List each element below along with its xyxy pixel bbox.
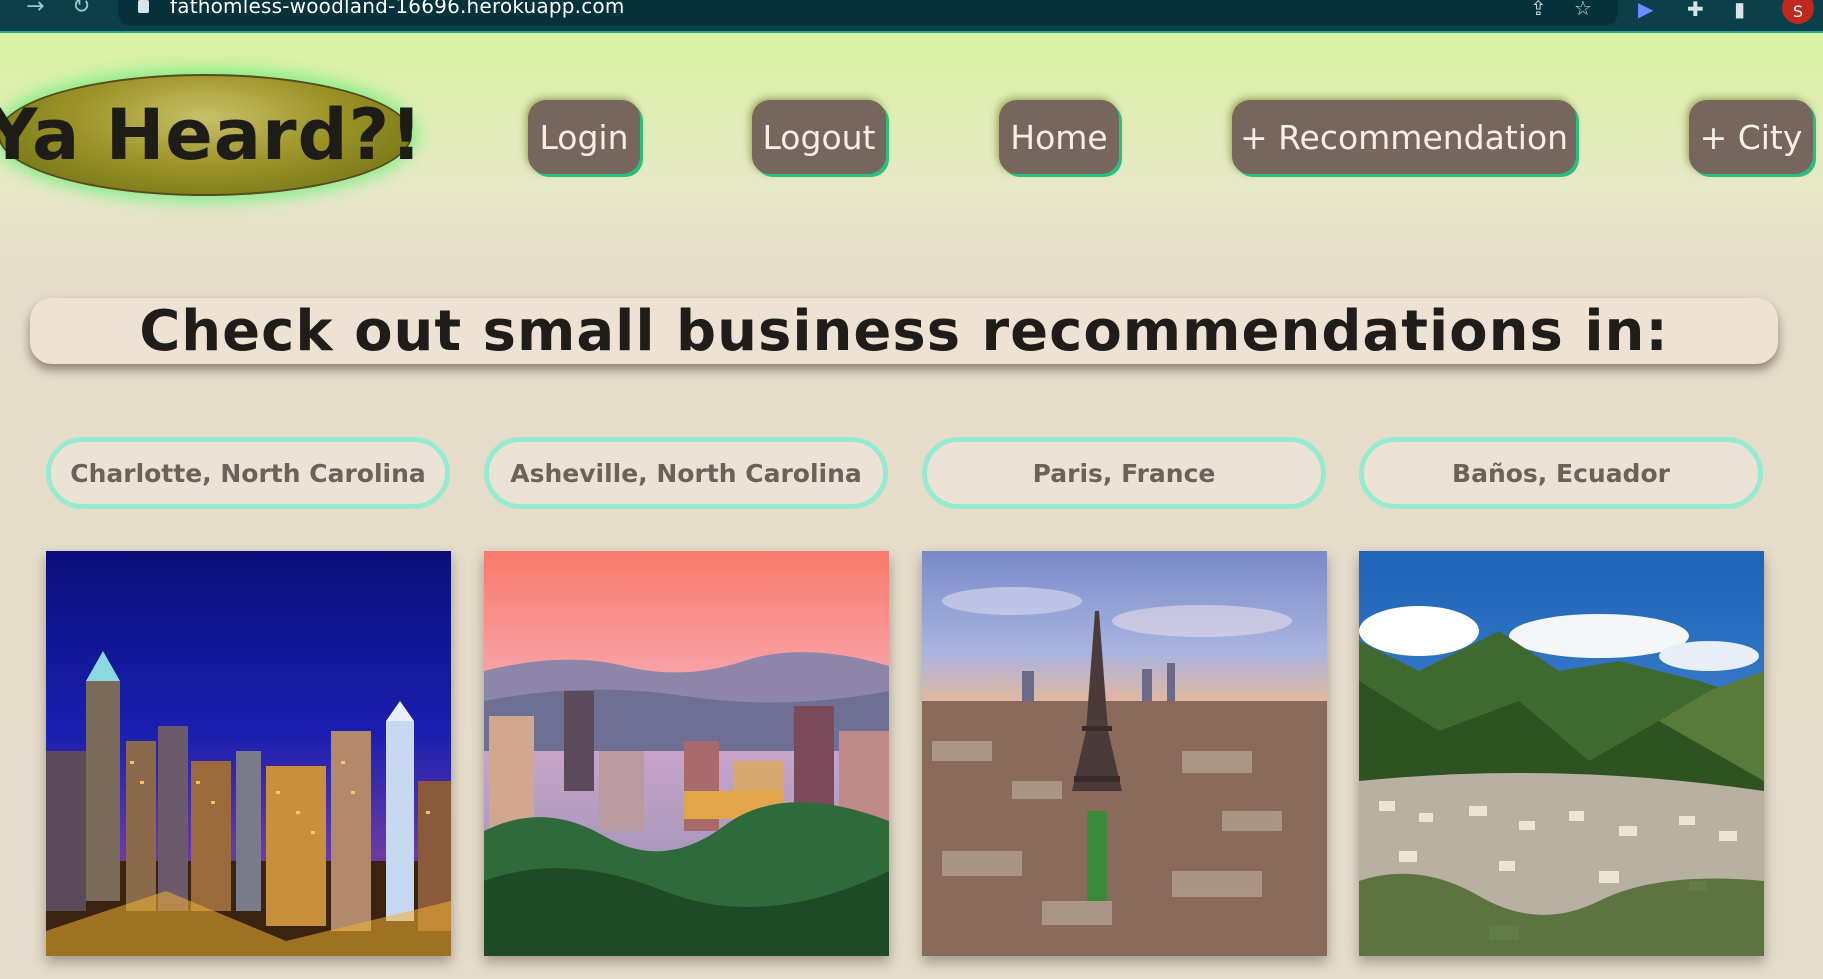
- page-title: Check out small business recommendations…: [139, 298, 1669, 364]
- forward-icon[interactable]: →: [26, 0, 44, 18]
- logout-button[interactable]: Logout: [752, 100, 886, 174]
- browser-toolbar: → ↻ fathomless-woodland-16696.herokuapp.…: [0, 0, 1823, 33]
- city-image-charlotte[interactable]: [46, 551, 451, 956]
- profile-avatar[interactable]: S: [1782, 0, 1814, 24]
- url-text[interactable]: fathomless-woodland-16696.herokuapp.com: [170, 0, 625, 18]
- city-image-paris[interactable]: [922, 551, 1327, 956]
- city-button-asheville[interactable]: Asheville, North Carolina: [484, 437, 888, 509]
- extension-icon[interactable]: ▶: [1638, 0, 1653, 21]
- page-heading-banner: Check out small business recommendations…: [30, 298, 1778, 364]
- address-bar[interactable]: fathomless-woodland-16696.herokuapp.com …: [118, 0, 1618, 26]
- city-image-asheville[interactable]: [484, 551, 889, 956]
- add-recommendation-button[interactable]: + Recommendation: [1232, 100, 1576, 174]
- share-icon[interactable]: ⇪: [1530, 0, 1547, 20]
- city-button-banos[interactable]: Baños, Ecuador: [1359, 437, 1763, 509]
- sidepanel-icon[interactable]: ▮: [1734, 0, 1745, 21]
- star-icon[interactable]: ☆: [1574, 0, 1592, 20]
- logo-text: Ya Heard?!: [0, 94, 424, 176]
- lock-icon[interactable]: [138, 0, 149, 13]
- puzzle-icon[interactable]: ✚: [1687, 0, 1704, 21]
- login-button[interactable]: Login: [528, 100, 640, 174]
- city-button-paris[interactable]: Paris, France: [922, 437, 1326, 509]
- city-image-banos[interactable]: [1359, 551, 1764, 956]
- city-button-charlotte[interactable]: Charlotte, North Carolina: [46, 437, 450, 509]
- home-button[interactable]: Home: [999, 100, 1119, 174]
- site-logo[interactable]: Ya Heard?!: [0, 74, 422, 196]
- add-city-button[interactable]: + City: [1689, 100, 1813, 174]
- reload-icon[interactable]: ↻: [72, 0, 90, 18]
